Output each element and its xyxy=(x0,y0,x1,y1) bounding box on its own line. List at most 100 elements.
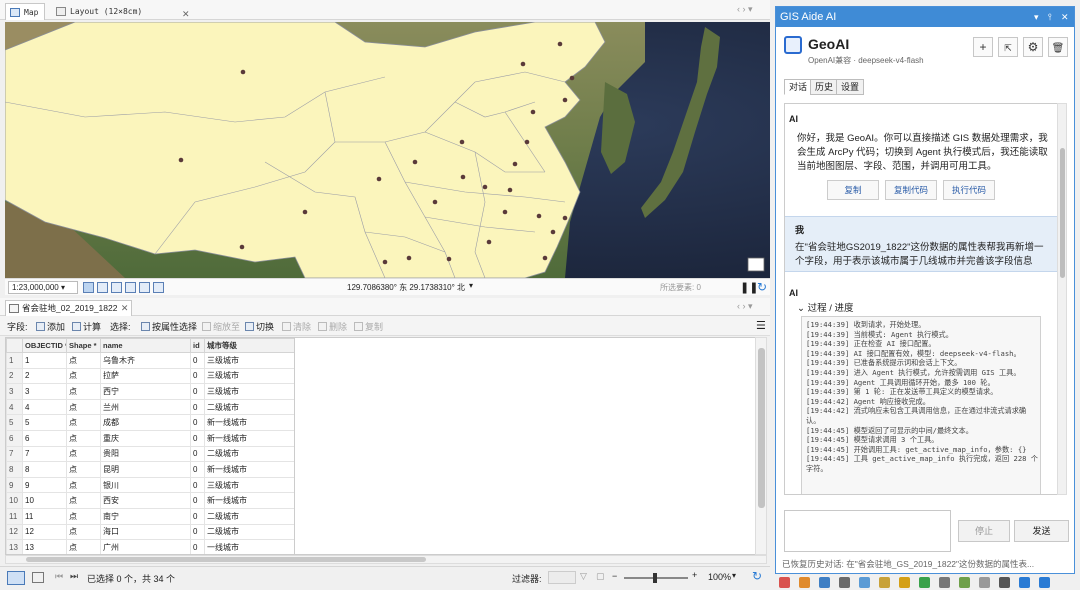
table-row[interactable]: 2 2 点拉萨 0 三级城市 xyxy=(6,367,294,385)
attribute-table[interactable]: OBJECTID * Shape * name id 城市等级 1 1 点乌鲁木齐 0… xyxy=(5,337,295,555)
menu-icon[interactable]: ☰ xyxy=(756,319,766,332)
row-number[interactable]: 5 xyxy=(6,414,23,431)
row-number[interactable]: 12 xyxy=(6,523,23,541)
zoom-full-icon[interactable] xyxy=(125,282,136,293)
tab-layout[interactable]: Layout (12×8cm) ✕ xyxy=(52,3,190,20)
tab-attribute-table[interactable]: 省会驻地_02_2019_1822 ✕ xyxy=(5,300,133,316)
row-number[interactable]: 4 xyxy=(6,398,23,416)
table-row[interactable]: 4 4 点兰州 0 二级城市 xyxy=(6,398,294,416)
zoom-dropdown-icon[interactable]: ▾ xyxy=(732,571,736,580)
layers-icon[interactable] xyxy=(859,577,870,588)
export-button[interactable]: ⇱ xyxy=(998,37,1018,57)
run-arrow-icon[interactable] xyxy=(919,577,930,588)
delete-chat-button[interactable]: 🗑 xyxy=(1048,37,1068,57)
table-row[interactable]: 5 5 点成都 0 新一线城市 xyxy=(6,414,294,431)
chat-transcript[interactable]: AI 你好，我是 GeoAI。你可以直接描述 GIS 数据处理需求，我会生成 A… xyxy=(784,103,1058,495)
zoom-slider-thumb[interactable] xyxy=(653,573,657,583)
table-horizontal-scrollbar[interactable] xyxy=(5,555,767,564)
show-selected-records-icon[interactable] xyxy=(32,572,44,583)
zoom-in-icon[interactable]: + xyxy=(692,570,697,580)
row-number[interactable]: 10 xyxy=(6,492,23,509)
edit-icon[interactable] xyxy=(899,577,910,588)
row-number[interactable]: 2 xyxy=(6,367,23,385)
table-row[interactable]: 9 9 点银川 0 三级城市 xyxy=(6,476,294,494)
switch-selection-button[interactable]: 切换 xyxy=(245,320,274,333)
table-row[interactable]: 1 1 点乌鲁木齐 0 三级城市 xyxy=(6,352,294,369)
scale-selector[interactable]: 1:23,000,000 ▾ xyxy=(8,281,78,294)
tab-history[interactable]: 历史 xyxy=(810,79,839,95)
row-number[interactable]: 3 xyxy=(6,383,23,400)
tab-settings[interactable]: 设置 xyxy=(836,79,865,95)
close-icon[interactable]: ✕ xyxy=(121,301,129,316)
send-button[interactable]: 发送 xyxy=(1014,520,1069,542)
settings-button[interactable]: ⚙ xyxy=(1023,37,1043,57)
column-header[interactable]: name xyxy=(100,338,191,353)
stop-button[interactable]: 停止 xyxy=(958,520,1010,542)
row-selector-header[interactable] xyxy=(6,338,23,353)
row-number[interactable]: 13 xyxy=(6,539,23,554)
navigate-icon[interactable] xyxy=(83,282,94,293)
chart-icon[interactable] xyxy=(959,577,970,588)
panel-pane-icon[interactable] xyxy=(1039,577,1050,588)
table-row[interactable]: 3 3 点西宁 0 三级城市 xyxy=(6,383,294,400)
table-row[interactable]: 12 12 点海口 0 二级城市 xyxy=(6,523,294,541)
geoai-pane-icon[interactable] xyxy=(1019,577,1030,588)
refresh-icon[interactable]: ↻ xyxy=(752,569,762,583)
table-row[interactable]: 6 6 点重庆 0 新一线城市 xyxy=(6,429,294,447)
show-all-records-icon[interactable] xyxy=(7,571,25,585)
properties-icon[interactable] xyxy=(979,577,990,588)
history-icon[interactable] xyxy=(999,577,1010,588)
zoom-to-button[interactable]: 缩放至 xyxy=(202,320,240,333)
measure-icon[interactable] xyxy=(139,282,150,293)
tab-chat[interactable]: 对话 xyxy=(784,79,813,95)
grid-icon[interactable] xyxy=(97,282,108,293)
clear-selection-button[interactable]: 清除 xyxy=(282,320,311,333)
catalog-icon[interactable] xyxy=(779,577,790,588)
map-view[interactable] xyxy=(5,22,770,278)
close-icon[interactable]: ✕ xyxy=(1061,7,1069,27)
last-record-icon[interactable]: ⏭ xyxy=(70,571,78,582)
copy-code-button[interactable]: 复制代码 xyxy=(885,180,937,200)
chat-scrollbar[interactable] xyxy=(1057,103,1067,495)
table-pane-icon[interactable] xyxy=(839,577,850,588)
progress-toggle[interactable]: ⌄ 过程 / 进度 xyxy=(797,302,854,316)
table-row[interactable]: 7 7 点贵阳 0 二级城市 xyxy=(6,445,294,463)
execute-code-button[interactable]: 执行代码 xyxy=(943,180,995,200)
coordinate-format-dropdown-icon[interactable]: ▾ xyxy=(469,281,473,290)
select-by-attributes-button[interactable]: 按属性选择 xyxy=(141,320,197,333)
row-number[interactable]: 7 xyxy=(6,445,23,463)
first-record-icon[interactable]: ⏮ xyxy=(55,571,63,582)
pan-icon[interactable] xyxy=(111,282,122,293)
toolbox-icon[interactable] xyxy=(799,577,810,588)
tab-scroll-icons[interactable]: ‹ › ▾ xyxy=(737,301,753,312)
table-row[interactable]: 10 10 点西安 0 新一线城市 xyxy=(6,492,294,509)
column-header[interactable]: 城市等级 xyxy=(204,338,294,353)
row-number[interactable]: 1 xyxy=(6,352,23,369)
row-number[interactable]: 8 xyxy=(6,461,23,478)
column-header[interactable]: OBJECTID * xyxy=(22,338,67,353)
refresh-icon[interactable]: ↻ xyxy=(757,280,767,294)
filter-extent-icon[interactable]: ▢ xyxy=(596,571,605,582)
filter-icon[interactable]: ▽ xyxy=(580,571,587,582)
copy-button[interactable]: 复制 xyxy=(354,320,383,333)
calculate-field-button[interactable]: 计算 xyxy=(72,320,101,333)
row-number[interactable]: 11 xyxy=(6,507,23,525)
layout-pane-icon[interactable] xyxy=(879,577,890,588)
table-row[interactable]: 11 11 点南宁 0 二级城市 xyxy=(6,507,294,525)
new-chat-button[interactable]: + xyxy=(973,37,993,57)
pause-icon[interactable]: ❚❚ xyxy=(740,281,758,294)
table-row[interactable]: 8 8 点昆明 0 新一线城市 xyxy=(6,461,294,478)
column-header[interactable]: Shape * xyxy=(66,338,101,353)
measure-pane-icon[interactable] xyxy=(939,577,950,588)
row-number[interactable]: 6 xyxy=(6,429,23,447)
select-icon[interactable] xyxy=(153,282,164,293)
tab-scroll-icons[interactable]: ‹ › ▾ xyxy=(737,4,753,15)
message-input[interactable] xyxy=(784,510,951,552)
table-vertical-scrollbar[interactable] xyxy=(755,337,767,555)
row-number[interactable]: 9 xyxy=(6,476,23,494)
zoom-out-icon[interactable]: − xyxy=(612,571,617,581)
add-field-button[interactable]: 添加 xyxy=(36,320,65,333)
table-row[interactable]: 13 13 点广州 0 一线城市 xyxy=(6,539,294,554)
panel-options-icon[interactable]: ▾ xyxy=(1034,7,1039,27)
delete-button[interactable]: 删除 xyxy=(318,320,347,333)
